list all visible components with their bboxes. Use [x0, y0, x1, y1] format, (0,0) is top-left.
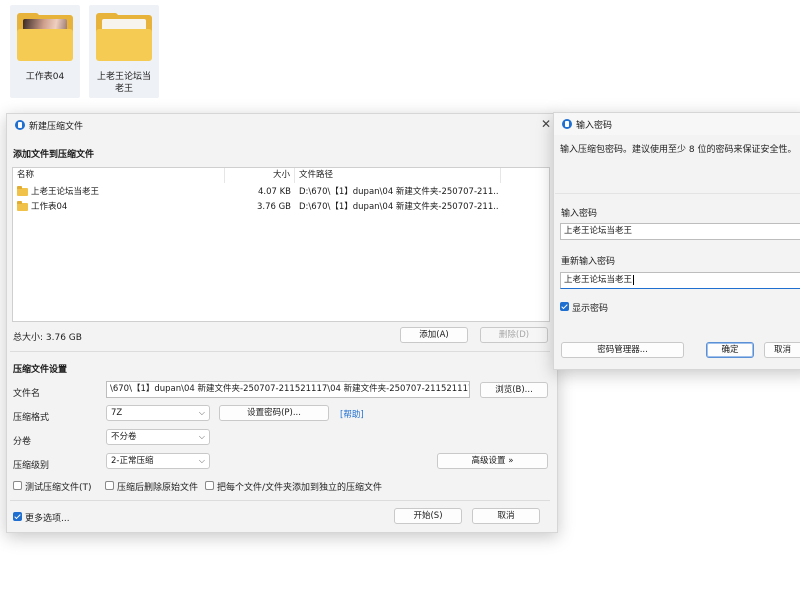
divider [10, 351, 550, 352]
volume-value: 不分卷 [111, 432, 137, 442]
delete-after-label: 压缩后删除原始文件 [117, 483, 199, 493]
folder-icon [94, 13, 154, 61]
cancel-button[interactable]: 取消 [472, 508, 540, 524]
column-header-name[interactable]: 名称 [13, 168, 225, 183]
title-bar: 新建压缩文件 ✕ [7, 114, 557, 136]
password-manager-button[interactable]: 密码管理器... [561, 342, 684, 358]
row-name: 上老王论坛当老王 [31, 187, 100, 197]
test-archive-checkbox[interactable] [13, 481, 22, 490]
row-name: 工作表04 [31, 202, 68, 212]
volume-label: 分卷 [13, 437, 32, 447]
chevron-down-icon: ⌵ [198, 432, 205, 441]
password-label: 输入密码 [561, 209, 598, 219]
window-title: 输入密码 [576, 121, 613, 131]
password-field[interactable]: 上老王论坛当老王 [560, 223, 800, 240]
file-list-table[interactable]: 名称 大小 文件路径 上老王论坛当老王 4.07 KB D:\670\【1】du… [12, 167, 550, 322]
format-value: 7Z [111, 408, 123, 418]
format-label: 压缩格式 [13, 413, 50, 423]
separate-archives-checkbox[interactable] [205, 481, 214, 490]
more-options-label: 更多选项... [25, 514, 70, 524]
show-password-label: 显示密码 [572, 304, 609, 314]
password-cancel-button[interactable]: 取消 [764, 342, 800, 358]
column-header-size[interactable]: 大小 [225, 168, 295, 183]
table-row[interactable]: 工作表04 3.76 GB D:\670\【1】dupan\04 新建文件夹-2… [13, 200, 549, 215]
filename-label: 文件名 [13, 389, 41, 399]
row-path: D:\670\【1】dupan\04 新建文件夹-250707-211... [299, 202, 499, 212]
desktop-icon-worksheet04[interactable]: 工作表04 [10, 5, 80, 98]
desktop-icon-label: 上老王论坛当老王 [96, 72, 151, 94]
close-icon[interactable]: ✕ [541, 117, 551, 131]
volume-select[interactable]: 不分卷 ⌵ [106, 429, 210, 445]
show-password-checkbox[interactable] [560, 302, 569, 311]
browse-button[interactable]: 浏览(B)... [480, 382, 548, 398]
filename-field[interactable]: \670\【1】dupan\04 新建文件夹-250707-211521117\… [106, 381, 470, 398]
start-button[interactable]: 开始(S) [394, 508, 462, 524]
chevron-down-icon: ⌵ [198, 456, 205, 465]
format-select[interactable]: 7Z ⌵ [106, 405, 210, 421]
table-row[interactable]: 上老王论坛当老王 4.07 KB D:\670\【1】dupan\04 新建文件… [13, 185, 549, 200]
folder-icon [15, 13, 75, 61]
password-description: 输入压缩包密码。建议使用至少 8 位的密码来保证安全性。 [560, 145, 797, 155]
row-size: 3.76 GB [256, 202, 291, 212]
desktop-icon-laowang[interactable]: 上老王论坛当老王 [89, 5, 159, 98]
help-link[interactable]: [帮助] [340, 408, 364, 420]
test-archive-label: 测试压缩文件(T) [25, 483, 92, 493]
text-cursor [633, 274, 635, 285]
folder-icon [17, 201, 28, 211]
confirm-password-label: 重新输入密码 [561, 257, 616, 267]
advanced-settings-button[interactable]: 高级设置 » [437, 453, 548, 469]
folder-icon [17, 186, 28, 196]
divider [555, 193, 800, 194]
app-logo-icon [15, 120, 25, 130]
confirm-password-value: 上老王论坛当老王 [564, 275, 633, 285]
settings-section-title: 压缩文件设置 [13, 365, 68, 375]
add-files-section-title: 添加文件到压缩文件 [13, 150, 95, 160]
more-options-checkbox[interactable] [13, 512, 22, 521]
window-title: 新建压缩文件 [29, 122, 84, 132]
row-path: D:\670\【1】dupan\04 新建文件夹-250707-211... [299, 187, 499, 197]
chevron-down-icon: ⌵ [198, 408, 205, 417]
delete-button[interactable]: 删除(D) [480, 327, 548, 343]
title-bar: 输入密码 [554, 113, 800, 135]
confirm-password-field[interactable]: 上老王论坛当老王 [560, 272, 800, 289]
column-header-path[interactable]: 文件路径 [295, 168, 501, 183]
divider [10, 500, 550, 501]
total-size: 总大小: 3.76 GB [13, 333, 82, 343]
desktop-icon-label: 工作表04 [25, 72, 65, 82]
app-logo-icon [562, 119, 572, 129]
row-size: 4.07 KB [257, 187, 291, 197]
level-label: 压缩级别 [13, 461, 50, 471]
add-button[interactable]: 添加(A) [400, 327, 468, 343]
set-password-button[interactable]: 设置密码(P)... [219, 405, 329, 421]
level-select[interactable]: 2-正常压缩 ⌵ [106, 453, 210, 469]
level-value: 2-正常压缩 [111, 456, 154, 466]
ok-button[interactable]: 确定 [706, 342, 754, 358]
delete-after-checkbox[interactable] [105, 481, 114, 490]
separate-archives-label: 把每个文件/文件夹添加到独立的压缩文件 [217, 483, 383, 493]
